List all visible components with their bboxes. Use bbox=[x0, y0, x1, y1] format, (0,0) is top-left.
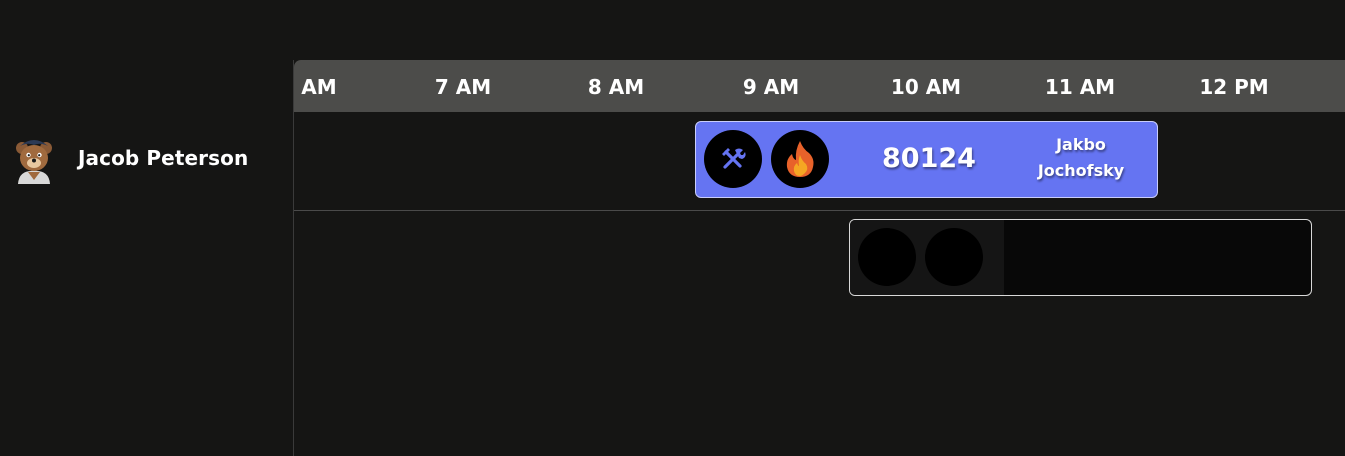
bear-avatar-icon bbox=[10, 136, 58, 184]
hour-label: 12 PM bbox=[1199, 75, 1269, 99]
row-divider bbox=[294, 210, 1345, 211]
event-assignee: Jakbo Jochofsky bbox=[1037, 135, 1125, 180]
hour-label: 7 AM bbox=[434, 75, 492, 99]
event-number: 80124 bbox=[882, 143, 976, 174]
placeholder-circle-icon bbox=[858, 228, 916, 286]
hour-label: 11 AM bbox=[1044, 75, 1116, 99]
placeholder-circle-icon bbox=[925, 228, 983, 286]
fire-icon bbox=[771, 130, 829, 188]
resource-name[interactable]: Jacob Peterson bbox=[78, 146, 248, 170]
schedule-page: Jacob Peterson AM 7 AM 8 AM 9 AM 10 AM 1… bbox=[0, 0, 1345, 456]
timeline-grid: AM 7 AM 8 AM 9 AM 10 AM 11 AM 12 PM 8012… bbox=[293, 60, 1345, 456]
time-header: AM 7 AM 8 AM 9 AM 10 AM 11 AM 12 PM bbox=[294, 60, 1345, 112]
hour-label: 9 AM bbox=[742, 75, 800, 99]
hour-label: 10 AM bbox=[890, 75, 962, 99]
hour-label: AM bbox=[301, 75, 337, 99]
tools-icon bbox=[704, 130, 762, 188]
hour-label: 8 AM bbox=[587, 75, 645, 99]
schedule-event[interactable]: 80124 Jakbo Jochofsky bbox=[695, 121, 1158, 198]
drag-placeholder-event[interactable] bbox=[849, 219, 1312, 296]
